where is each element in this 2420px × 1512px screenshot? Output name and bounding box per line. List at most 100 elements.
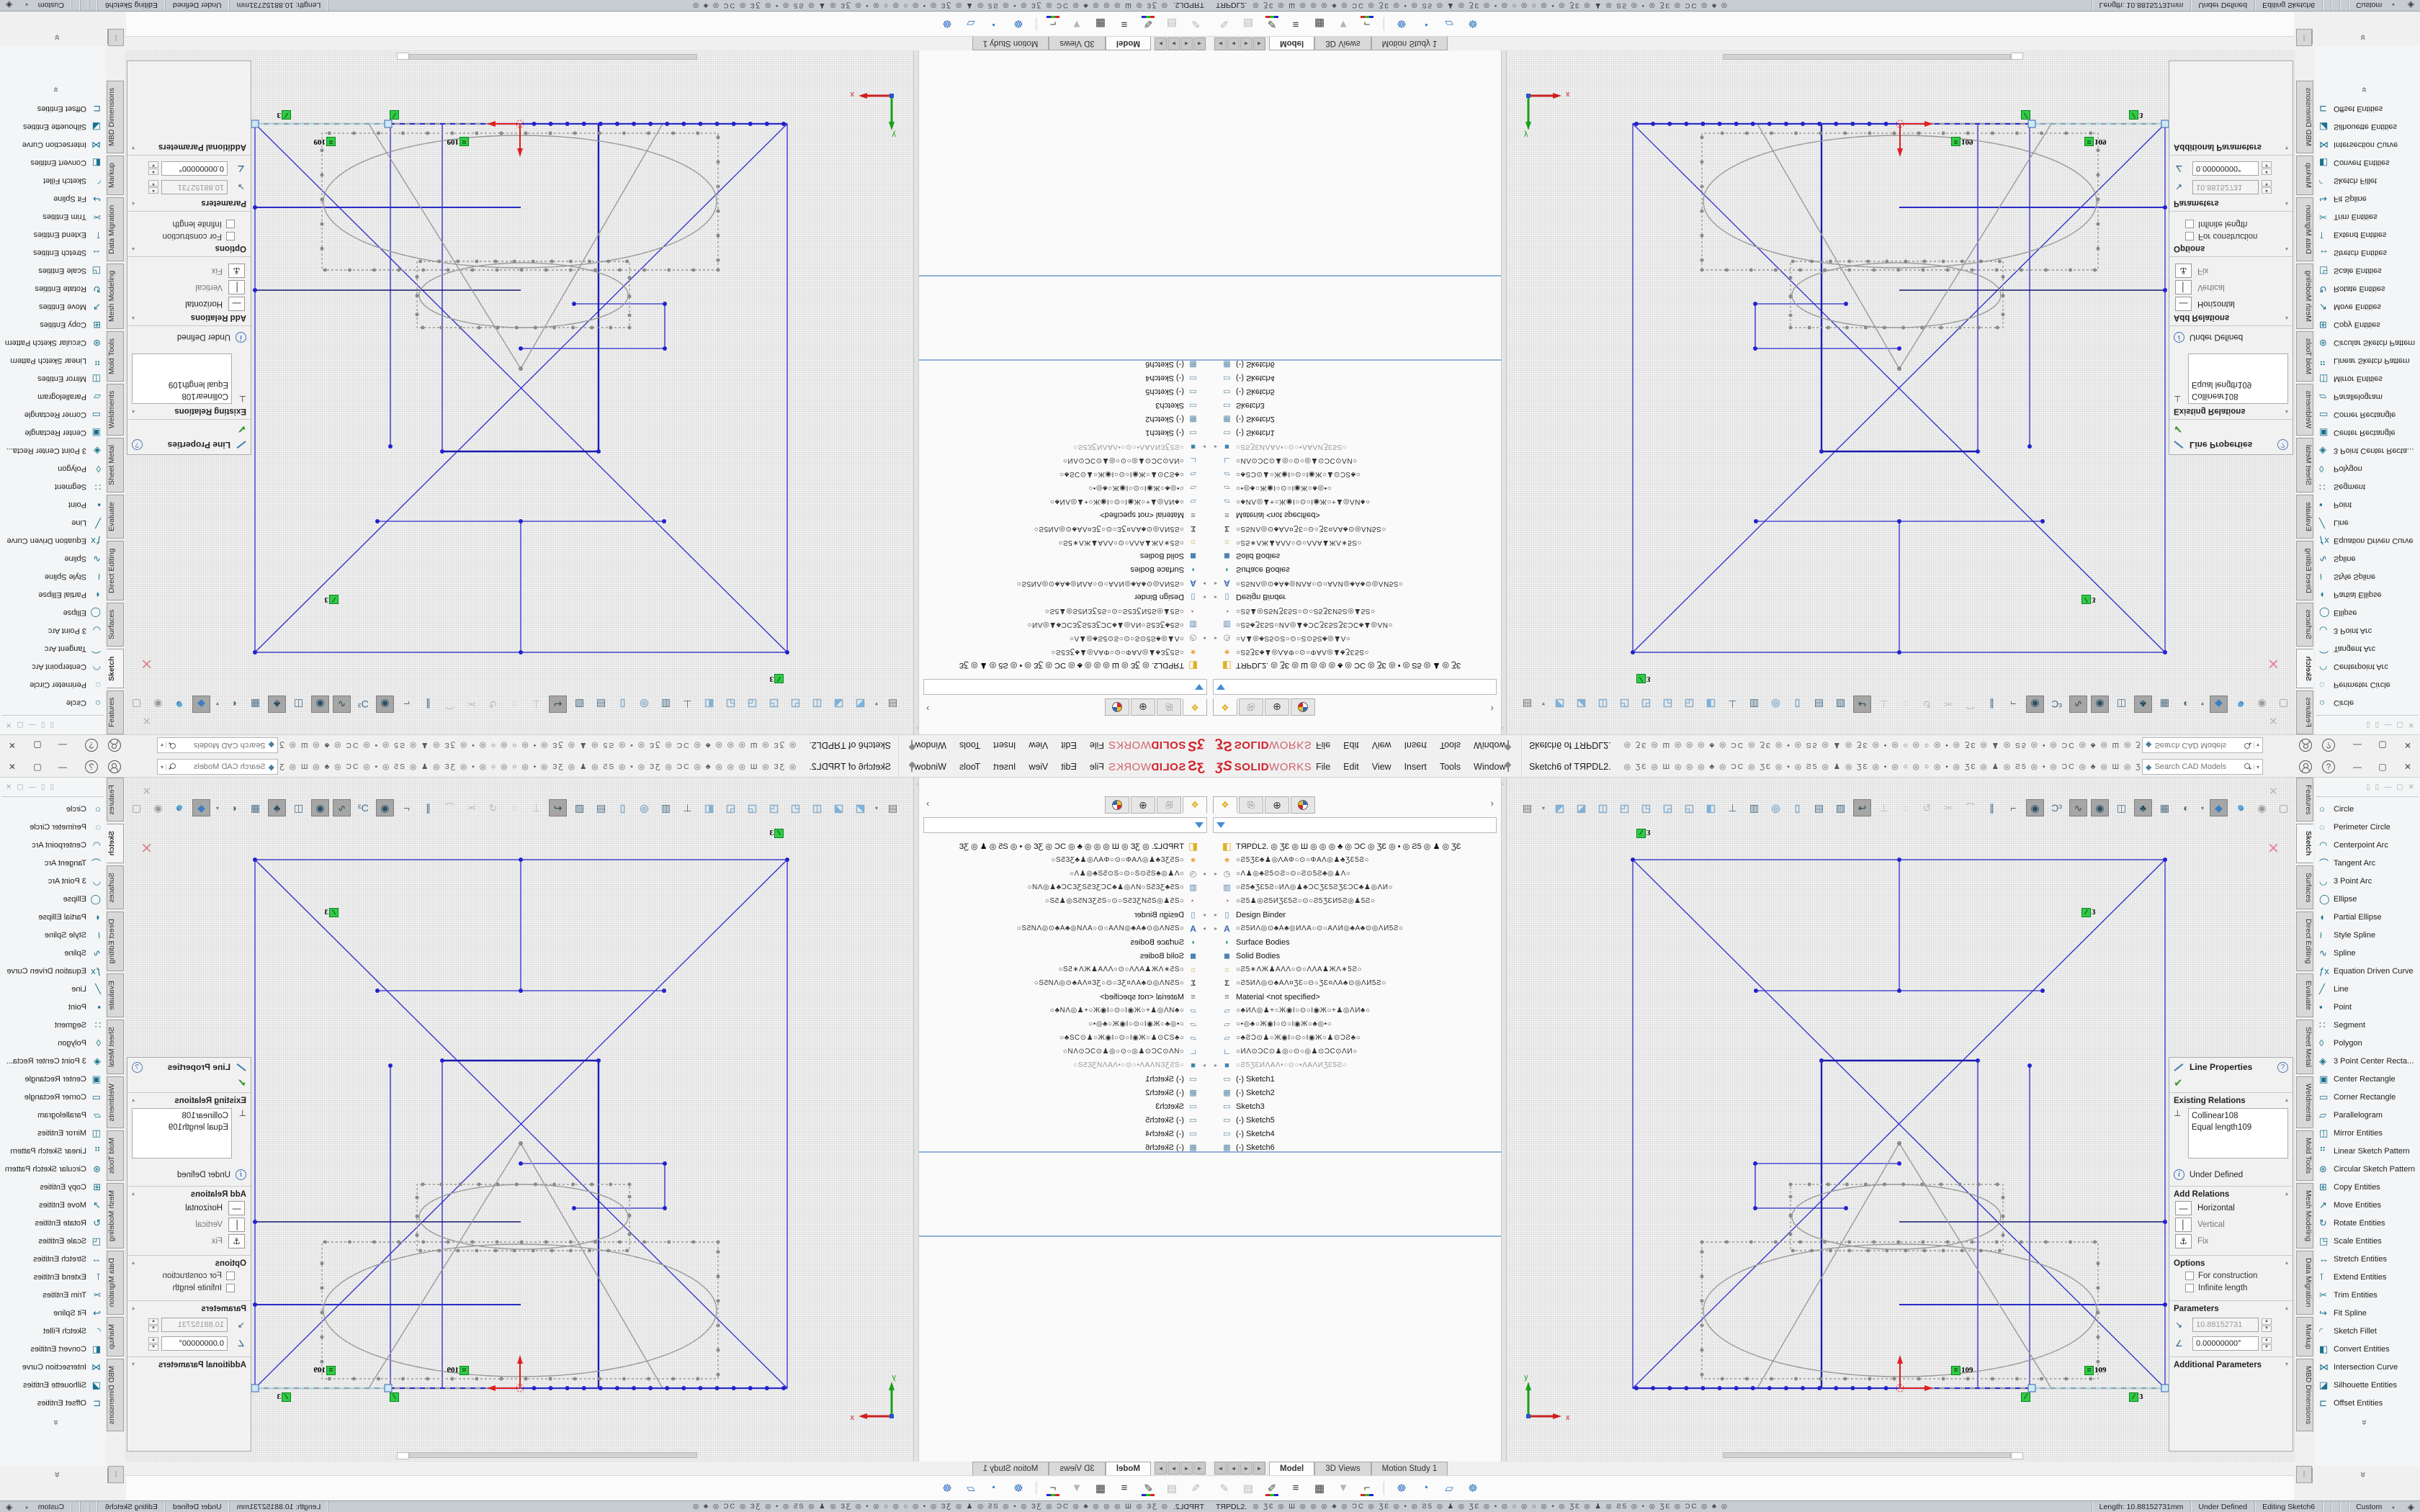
- tree-row[interactable]: ▥ ○Ƨ5♣ƷƐ5Ƨ○ИΛ◎♟♣ƆCƷƐ5ƧƷƐƆC♣♟◎ΛИ○: [918, 881, 1210, 894]
- section-title[interactable]: Options: [215, 244, 246, 253]
- tree-row[interactable]: ◧ TЯPDL2. ◎ ƷƐ ◎ Ш ◎ ◎ ◎ ♣ ◎ ƆC ◎ ƷƐ ◎ •…: [1210, 659, 1502, 672]
- tree-row[interactable]: ◼ Solid Bodies: [1210, 949, 1502, 963]
- checkbox[interactable]: [2185, 220, 2194, 228]
- sketch-tool-item[interactable]: ⠛ Linear Sketch Pattern: [0, 352, 105, 370]
- sketch-tool-item[interactable]: ◧ Convert Entities: [2315, 1340, 2420, 1358]
- sketch-tool-item[interactable]: ↔ Stretch Entities: [0, 1250, 105, 1268]
- display-toolbar-icon[interactable]: ☸: [1393, 1480, 1410, 1497]
- tab-featuremanager[interactable]: ❖: [1183, 698, 1207, 716]
- sketch-tool-item[interactable]: ▣ Center Rectangle: [0, 424, 105, 442]
- command-tab[interactable]: Sheet Metal: [107, 438, 124, 492]
- display-toolbar-icon[interactable]: ✐: [1139, 1480, 1157, 1497]
- sketch-tool-item[interactable]: ◜ Sketch Fillet: [2315, 1322, 2420, 1340]
- sketch-tool-item[interactable]: ⊞ Copy Entities: [0, 316, 105, 334]
- tree-row[interactable]: ◔ ○Ƨ5♟◎Ƨ5ИƷƐ5Ƨ○⊙○Ƨ5ƷƐИ5Ƨ◎♟5Ƨ○: [918, 894, 1210, 908]
- add-relation-button[interactable]: — Horizontal: [132, 297, 245, 311]
- display-toolbar-icon[interactable]: ◔: [986, 1480, 1003, 1497]
- sketch-tool-item[interactable]: ∿ Spline: [0, 550, 105, 568]
- display-toolbar-icon[interactable]: ▦: [1311, 1480, 1328, 1497]
- display-toolbar-icon[interactable]: ✐: [1263, 1480, 1281, 1497]
- tree-row[interactable]: ◔ ○Ƨ5♟◎Ƨ5ИƷƐ5Ƨ○⊙○Ƨ5ƷƐИ5Ƨ◎♟5Ƨ○: [918, 604, 1210, 618]
- sketch-tool-item[interactable]: ∿ Spline: [2315, 550, 2420, 568]
- relation-item[interactable]: Collinear108: [2192, 1110, 2285, 1122]
- tree-row[interactable]: ▸ A ○Ƨ5ИΛ◎⊙♣A♣◎ИΛA○⊙○AΛИ◎♣A♣⊙◎ΛИ5Ƨ○: [918, 577, 1210, 590]
- relation-badge-equal[interactable]: =109: [447, 137, 470, 147]
- relation-badge-equal[interactable]: =109: [1951, 137, 1973, 147]
- length-input[interactable]: 10.88152731: [2192, 1318, 2259, 1332]
- command-tab[interactable]: Sketch: [107, 649, 124, 688]
- display-toolbar-icon[interactable]: ☸: [1010, 1480, 1027, 1497]
- sketch-tool-item[interactable]: ◠ Centerpoint Arc: [2315, 658, 2420, 676]
- tree-row[interactable]: ▸ ▯ Design Binder: [1210, 590, 1502, 604]
- tree-row[interactable]: ☼ ○Ƨ5∗ΛЖ♟AΛΛ○⊙○ΛΛA♟ЖΛ∗5Ƨ○: [1210, 536, 1502, 549]
- drag-handle[interactable]: [251, 120, 259, 127]
- faint-control-icon[interactable]: ▯: [2366, 721, 2370, 729]
- collapse-icon[interactable]: ▴: [132, 1259, 135, 1268]
- angle-input[interactable]: 0.00000000°: [2192, 161, 2259, 176]
- section-title[interactable]: Additional Parameters: [2174, 143, 2262, 151]
- sketch-tool-item[interactable]: ƒx Equation Driven Curve: [0, 962, 105, 980]
- option-row[interactable]: For construction: [2185, 232, 2288, 240]
- sketch-tool-item[interactable]: ⊏ Offset Entities: [2315, 1394, 2420, 1412]
- restore-button[interactable]: ▢: [2372, 756, 2393, 778]
- search-icon[interactable]: [169, 742, 176, 749]
- section-title[interactable]: Add Relations: [2174, 313, 2229, 322]
- relation-button-icon[interactable]: ⚓: [2175, 1234, 2192, 1248]
- sketch-tool-item[interactable]: ▱ Parallelogram: [0, 1106, 105, 1124]
- relation-button-icon[interactable]: ⚓: [228, 264, 245, 278]
- sketch-tool-item[interactable]: ◈ 3 Point Center Recta...: [0, 442, 105, 460]
- sketch-tool-item[interactable]: ◯ Ellipse: [0, 890, 105, 908]
- tree-row[interactable]: ∟ ○ИΛ⊙ƆC⊙♟◎○⊙○◎♟⊙ƆC⊙ΛИ○: [1210, 454, 1502, 467]
- sketch-tool-item[interactable]: ◠ Centerpoint Arc: [0, 658, 105, 676]
- add-relation-button[interactable]: │ Vertical: [132, 280, 245, 294]
- tab-nav-first[interactable]: ◄: [1193, 37, 1206, 50]
- sketch-tool-item[interactable]: ⠛ Linear Sketch Pattern: [2315, 1142, 2420, 1160]
- expand-icon[interactable]: ▾: [132, 1361, 135, 1369]
- sketch-tool-item[interactable]: ∷ Segment: [0, 1016, 105, 1034]
- tree-row[interactable]: ◧ TЯPDL2. ◎ ƷƐ ◎ Ш ◎ ◎ ◎ ♣ ◎ ƆC ◎ ƷƐ ◎ •…: [1210, 840, 1502, 853]
- relation-badge-equal[interactable]: =109: [2084, 137, 2107, 147]
- tab-strip-overflow[interactable]: ⁞: [2296, 29, 2312, 46]
- tree-row[interactable]: ▭ (-) Sketch1: [1210, 426, 1502, 440]
- tree-row[interactable]: Σ ○Ƨ5ИΛ◎⊙♣AΛ¤ƷƐ○⊙○ƷƐ¤ΛA♣⊙◎ΛИ5Ƨ○: [918, 522, 1210, 536]
- display-toolbar-icon[interactable]: ⌐: [1044, 16, 1062, 33]
- collapse-icon[interactable]: ▴: [132, 407, 135, 415]
- sketch-tool-item[interactable]: ◖ Partial Ellipse: [2315, 908, 2420, 926]
- menu-item[interactable]: File: [1309, 740, 1337, 750]
- relation-badge-parallel[interactable]: ∕: [2021, 110, 2030, 120]
- tree-row[interactable]: ▸ ■ ○Ƨ5ƷƐИΛAΛ•○⊙○•ΛAΛИƷƐ5Ƨ○: [1210, 440, 1502, 454]
- pin-icon[interactable]: [908, 740, 916, 750]
- display-toolbar-icon[interactable]: ⌐: [1358, 1480, 1376, 1497]
- spinner[interactable]: ▲▼: [148, 181, 158, 194]
- sketch-tool-item[interactable]: ◠ Centerpoint Arc: [2315, 836, 2420, 854]
- search-box[interactable]: ◆ ▾: [157, 759, 278, 775]
- user-account-icon[interactable]: [2299, 760, 2312, 773]
- command-tab[interactable]: Evaluate: [107, 495, 124, 539]
- length-input[interactable]: 10.88152731: [161, 1318, 228, 1332]
- sketch-tool-item[interactable]: ◯ Ellipse: [0, 604, 105, 622]
- sketch-tool-item[interactable]: ◳ Scale Entities: [2315, 1232, 2420, 1250]
- display-toolbar-icon[interactable]: ☸: [1464, 1480, 1482, 1497]
- faint-control-icon[interactable]: —: [2384, 721, 2391, 729]
- sketch-blue-lines[interactable]: [1633, 860, 2165, 1388]
- search-box[interactable]: ◆ ▾: [2142, 759, 2263, 775]
- expand-chevron[interactable]: »: [50, 1472, 62, 1477]
- tree-row[interactable]: ▱ ○♣ИΛ◎♟+○Ж◉I○⊙○I◉Ж○+♟◎ΛИ♣○: [1210, 495, 1502, 508]
- minimize-button[interactable]: —: [52, 734, 73, 756]
- sketch-tool-item[interactable]: ⊺ Extend Entities: [2315, 226, 2420, 244]
- tree-row[interactable]: ▭ (-) Sketch4: [918, 372, 1210, 385]
- tab-3d-views[interactable]: 3D Views: [1049, 1462, 1105, 1475]
- tree-row[interactable]: ▱ ○♣ИΛ◎♟+○Ж◉I○⊙○I◉Ж○+♟◎ΛИ♣○: [918, 1004, 1210, 1017]
- sketch-tool-item[interactable]: ◫ Mirror Entities: [2315, 1124, 2420, 1142]
- relation-item[interactable]: Collinear108: [135, 390, 228, 402]
- tab-3d-views[interactable]: 3D Views: [1314, 37, 1371, 50]
- spinner[interactable]: ▲▼: [2262, 162, 2272, 176]
- tree-row[interactable]: ▭ Sketch3: [918, 399, 1210, 413]
- sketch-tool-item[interactable]: ⊞ Copy Entities: [2315, 316, 2420, 334]
- rollback-bar[interactable]: [918, 275, 1210, 276]
- menu-item[interactable]: View: [1366, 762, 1398, 772]
- sketch-tool-item[interactable]: ◧ Convert Entities: [2315, 154, 2420, 172]
- close-button[interactable]: ✕: [2397, 734, 2419, 756]
- confirmation-corner-cancel-icon[interactable]: ✕: [140, 840, 153, 858]
- status-custom-dropdown[interactable]: Custom▴: [2348, 0, 2402, 11]
